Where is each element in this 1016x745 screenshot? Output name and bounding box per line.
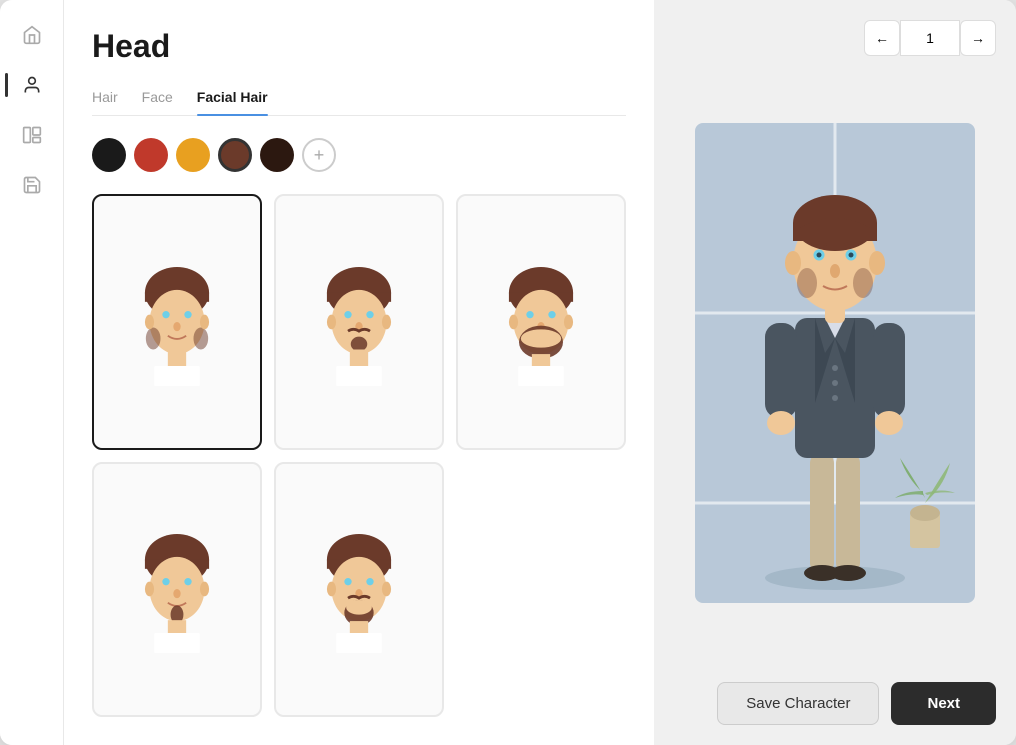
face-style-5[interactable] xyxy=(274,462,444,718)
right-panel: ← 1 → xyxy=(654,0,1016,745)
color-picker-row: + xyxy=(92,138,626,172)
tabs-container: Hair Face Facial Hair xyxy=(92,83,626,116)
tab-facial-hair[interactable]: Facial Hair xyxy=(197,83,268,115)
character-preview xyxy=(674,56,996,670)
next-page-button[interactable]: → xyxy=(960,20,996,56)
color-swatch-amber[interactable] xyxy=(176,138,210,172)
face-style-1[interactable] xyxy=(92,194,262,450)
bottom-buttons: Save Character Next xyxy=(717,682,996,725)
sidebar-home-icon[interactable] xyxy=(13,16,51,54)
page-title: Head xyxy=(92,28,626,65)
left-panel: Head Hair Face Facial Hair + xyxy=(64,0,654,745)
face-style-3[interactable] xyxy=(456,194,626,450)
save-character-button[interactable]: Save Character xyxy=(717,682,879,725)
sidebar-layers-icon[interactable] xyxy=(13,116,51,154)
sidebar-save-icon[interactable] xyxy=(13,166,51,204)
tab-face[interactable]: Face xyxy=(142,83,173,115)
prev-page-button[interactable]: ← xyxy=(864,20,900,56)
face-style-4[interactable] xyxy=(92,462,262,718)
next-button[interactable]: Next xyxy=(891,682,996,725)
face-style-grid xyxy=(92,194,626,717)
tab-hair[interactable]: Hair xyxy=(92,83,118,115)
pagination: ← 1 → xyxy=(864,20,996,56)
color-swatch-red[interactable] xyxy=(134,138,168,172)
sidebar-person-icon[interactable] xyxy=(13,66,51,104)
character-panel xyxy=(695,123,975,603)
page-number-input[interactable]: 1 xyxy=(900,20,960,56)
face-style-2[interactable] xyxy=(274,194,444,450)
sidebar xyxy=(0,0,64,745)
app-window: Head Hair Face Facial Hair + xyxy=(0,0,1016,745)
color-swatch-brown[interactable] xyxy=(218,138,252,172)
color-swatch-darkbrown[interactable] xyxy=(260,138,294,172)
color-add-button[interactable]: + xyxy=(302,138,336,172)
color-swatch-black[interactable] xyxy=(92,138,126,172)
